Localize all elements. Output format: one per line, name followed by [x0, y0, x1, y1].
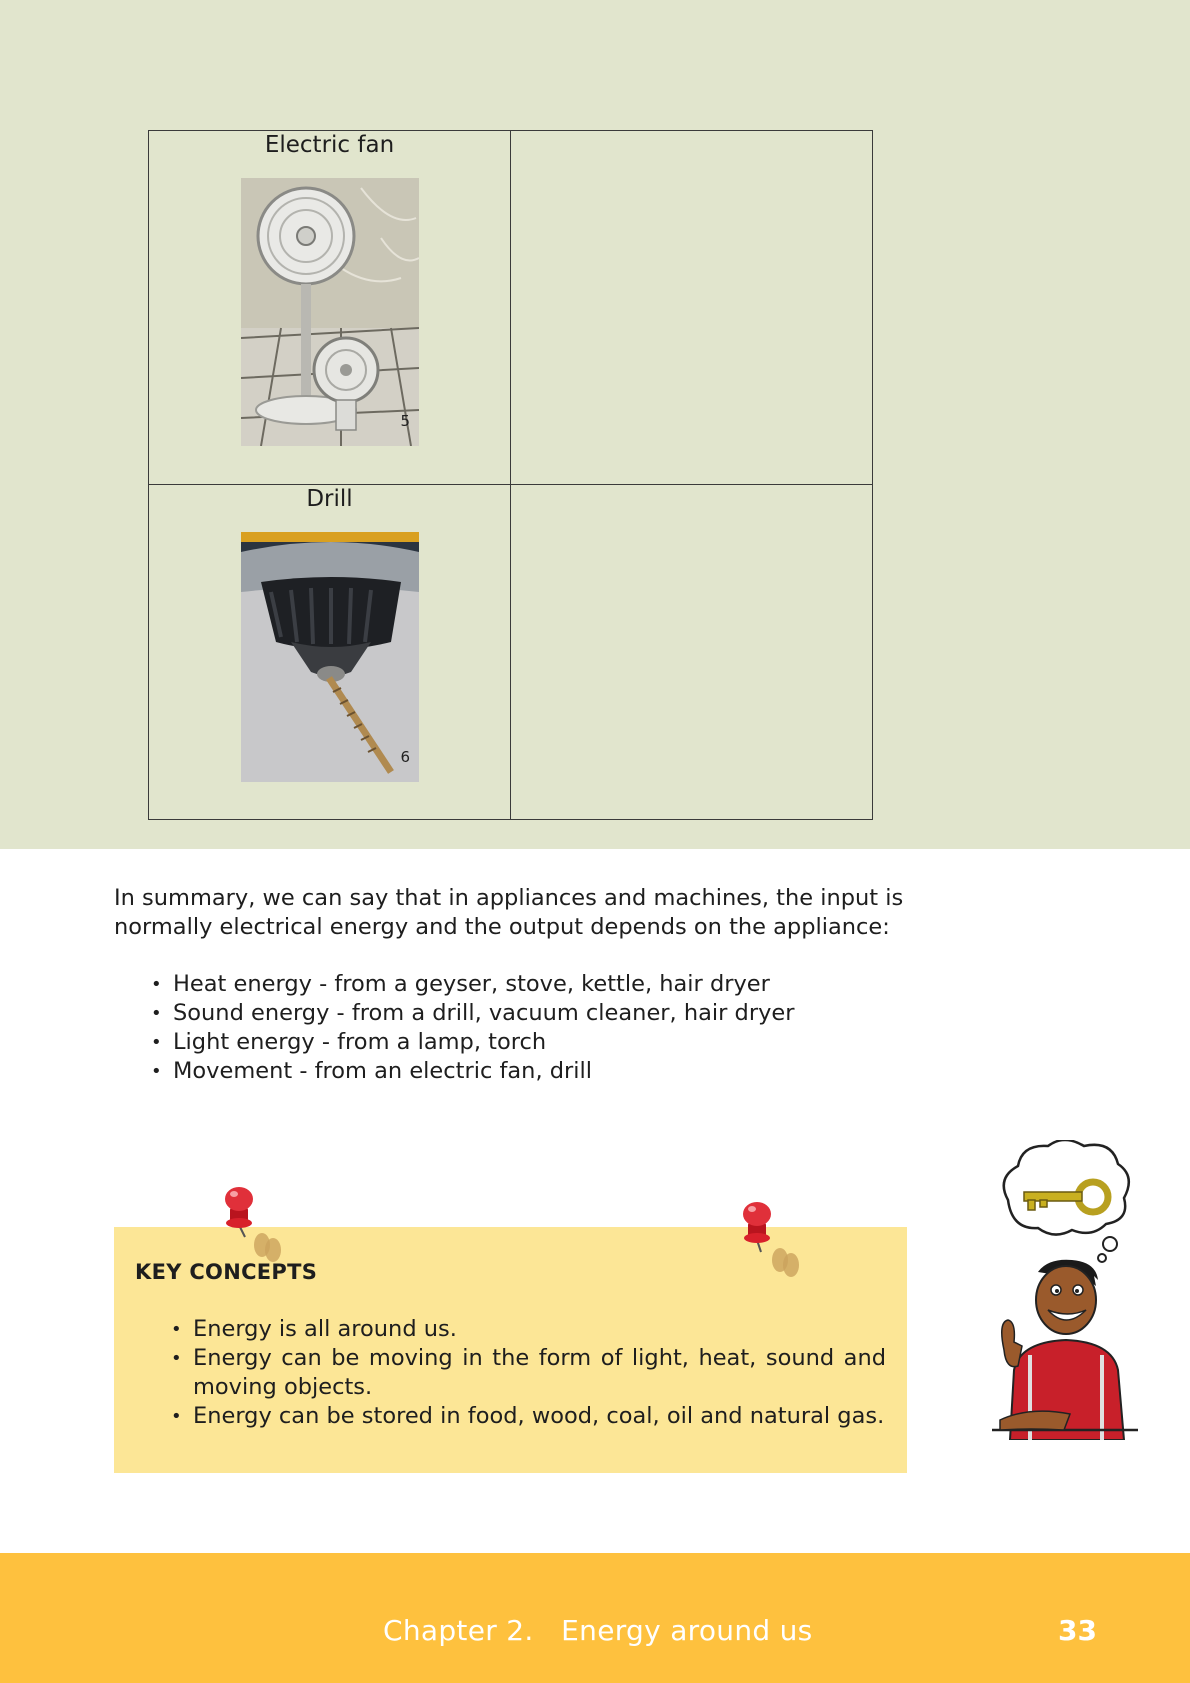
- appliance-label: Drill: [306, 486, 353, 512]
- table-cell-appliance: Electric fan 5: [148, 130, 511, 485]
- photo-number: 5: [400, 412, 410, 430]
- table-row: Drill 6: [148, 484, 873, 820]
- page-number: 33: [1058, 1614, 1097, 1647]
- table-cell-answer: [510, 130, 873, 485]
- list-item: Energy can be stored in food, wood, coal…: [171, 1402, 886, 1431]
- summary-list: Heat energy - from a geyser, stove, kett…: [114, 970, 914, 1086]
- chapter-title: Chapter 2. Energy around us: [383, 1614, 813, 1647]
- pushpin-icon: [225, 1187, 281, 1262]
- photo-number: 6: [400, 748, 410, 766]
- page-footer: Chapter 2. Energy around us 33: [0, 1553, 1190, 1683]
- list-item: Heat energy - from a geyser, stove, kett…: [151, 970, 914, 999]
- table-cell-appliance: Drill 6: [148, 484, 511, 820]
- table-row: Electric fan 5: [148, 130, 873, 485]
- pushpin-icon: [743, 1202, 799, 1277]
- drill-photo: 6: [241, 532, 419, 782]
- list-item: Energy is all around us.: [171, 1315, 886, 1344]
- thinking-boy-mascot: [992, 1140, 1138, 1440]
- table-cell-answer: [510, 484, 873, 820]
- appliance-label: Electric fan: [264, 132, 395, 158]
- electric-fan-photo: 5: [241, 178, 419, 446]
- summary-section: In summary, we can say that in appliance…: [114, 884, 914, 1086]
- list-item: Movement - from an electric fan, drill: [151, 1057, 914, 1086]
- list-item: Sound energy - from a drill, vacuum clea…: [151, 999, 914, 1028]
- appliance-table: Electric fan 5 Drill 6: [148, 130, 873, 820]
- list-item: Energy can be moving in the form of ligh…: [171, 1344, 886, 1402]
- list-item: Light energy - from a lamp, torch: [151, 1028, 914, 1057]
- key-concepts-list: Energy is all around us. Energy can be m…: [171, 1315, 886, 1431]
- summary-intro: In summary, we can say that in appliance…: [114, 885, 904, 940]
